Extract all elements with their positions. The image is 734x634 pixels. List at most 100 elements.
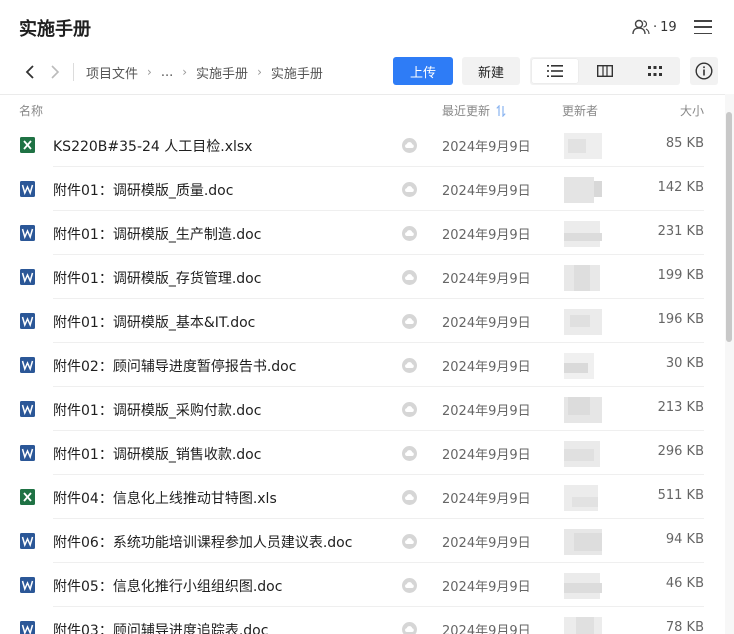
- cloud-sync-icon: [402, 138, 417, 153]
- excel-file-icon: [20, 137, 35, 153]
- file-row[interactable]: 附件01：调研模版_采购付款.doc 2024年9月9日 213 KB: [0, 387, 725, 431]
- breadcrumb-item[interactable]: 实施手册: [196, 63, 248, 82]
- breadcrumb-chevron-icon: ›: [182, 65, 188, 79]
- column-name-header[interactable]: 名称: [19, 102, 43, 119]
- word-file-icon: [20, 313, 35, 329]
- column-view-button[interactable]: [582, 59, 628, 83]
- file-row[interactable]: 附件01：调研模版_基本&IT.doc 2024年9月9日 196 KB: [0, 299, 725, 343]
- updater-avatar-redacted: [564, 529, 602, 555]
- file-name[interactable]: 附件01：调研模版_销售收款.doc: [53, 444, 261, 464]
- file-name[interactable]: 附件02：顾问辅导进度暂停报告书.doc: [53, 356, 296, 376]
- file-size: 46 KB: [665, 576, 704, 591]
- toolbar: 项目文件 › ... › 实施手册 › 实施手册 上传 新建: [0, 54, 734, 90]
- updater-avatar-redacted: [564, 353, 602, 379]
- file-size: 85 KB: [665, 136, 704, 151]
- updater-avatar-redacted: [564, 397, 602, 423]
- file-modified-date: 2024年9月9日: [442, 140, 531, 155]
- info-button[interactable]: [690, 57, 718, 85]
- file-modified-date: 2024年9月9日: [442, 580, 531, 595]
- file-row[interactable]: 附件01：调研模版_存货管理.doc 2024年9月9日 199 KB: [0, 255, 725, 299]
- cloud-sync-icon: [402, 358, 417, 373]
- breadcrumb-item[interactable]: 项目文件: [86, 63, 138, 82]
- cloud-sync-icon: [402, 402, 417, 417]
- column-modified-header[interactable]: 最近更新: [442, 102, 506, 119]
- file-modified-date: 2024年9月9日: [442, 448, 531, 463]
- column-size-header[interactable]: 大小: [680, 102, 704, 119]
- column-modified-label: 最近更新: [442, 104, 491, 118]
- list-view-icon: [547, 65, 563, 77]
- updater-avatar-redacted: [564, 265, 602, 291]
- word-file-icon: [20, 445, 35, 461]
- file-size: 30 KB: [665, 356, 704, 371]
- list-view-button[interactable]: [532, 59, 578, 83]
- app-header: 实施手册 · 19: [0, 0, 734, 54]
- breadcrumb-item-current: 实施手册: [270, 66, 323, 82]
- file-size: 296 KB: [657, 444, 704, 459]
- file-name[interactable]: 附件03：顾问辅导进度追踪表.doc: [53, 620, 268, 634]
- new-button[interactable]: 新建: [462, 57, 520, 85]
- cloud-sync-icon: [402, 622, 417, 634]
- toolbar-divider: [73, 63, 74, 81]
- updater-avatar-redacted: [564, 485, 602, 511]
- file-name[interactable]: 附件06：系统功能培训课程参加人员建议表.doc: [53, 532, 352, 552]
- chevron-right-icon: [51, 65, 60, 79]
- cloud-sync-icon: [402, 314, 417, 329]
- file-row[interactable]: 附件05：信息化推行小组组织图.doc 2024年9月9日 46 KB: [0, 563, 725, 607]
- forward-button[interactable]: [45, 62, 65, 82]
- file-name[interactable]: KS220B#35-24 人工目检.xlsx: [53, 136, 252, 156]
- sort-icon: [496, 104, 506, 117]
- members-icon: [632, 19, 650, 35]
- word-file-icon: [20, 621, 35, 634]
- updater-avatar-redacted: [564, 573, 602, 599]
- file-modified-date: 2024年9月9日: [442, 404, 531, 419]
- file-row[interactable]: 附件01：调研模版_销售收款.doc 2024年9月9日 296 KB: [0, 431, 725, 475]
- file-size: 231 KB: [657, 224, 704, 239]
- file-name[interactable]: 附件01：调研模版_采购付款.doc: [53, 400, 261, 420]
- scrollbar[interactable]: [725, 94, 734, 634]
- menu-icon[interactable]: [694, 18, 712, 36]
- members-button[interactable]: · 19: [632, 16, 677, 38]
- file-modified-date: 2024年9月9日: [442, 228, 531, 243]
- column-updater-header[interactable]: 更新者: [562, 102, 598, 119]
- breadcrumb-item[interactable]: ...: [161, 65, 173, 80]
- file-modified-date: 2024年9月9日: [442, 492, 531, 507]
- grid-view-icon: [648, 66, 662, 76]
- cloud-sync-icon: [402, 578, 417, 593]
- file-name[interactable]: 附件05：信息化推行小组组织图.doc: [53, 576, 282, 596]
- file-modified-date: 2024年9月9日: [442, 184, 531, 199]
- word-file-icon: [20, 269, 35, 285]
- cloud-sync-icon: [402, 534, 417, 549]
- updater-avatar-redacted: [564, 221, 602, 247]
- updater-avatar-redacted: [564, 133, 602, 159]
- scrollbar-thumb[interactable]: [726, 112, 732, 342]
- file-name[interactable]: 附件01：调研模版_生产制造.doc: [53, 224, 261, 244]
- file-name[interactable]: 附件01：调研模版_基本&IT.doc: [53, 312, 255, 332]
- upload-button[interactable]: 上传: [393, 57, 453, 85]
- file-name[interactable]: 附件01：调研模版_质量.doc: [53, 180, 233, 200]
- file-modified-date: 2024年9月9日: [442, 624, 531, 634]
- members-dot: ·: [653, 19, 658, 35]
- file-name[interactable]: 附件01：调研模版_存货管理.doc: [53, 268, 261, 288]
- file-row[interactable]: 附件06：系统功能培训课程参加人员建议表.doc 2024年9月9日 94 KB: [0, 519, 725, 563]
- back-button[interactable]: [20, 62, 40, 82]
- updater-avatar-redacted: [564, 309, 602, 335]
- column-view-icon: [597, 65, 613, 77]
- file-row[interactable]: 附件01：调研模版_质量.doc 2024年9月9日 142 KB: [0, 167, 725, 211]
- file-row[interactable]: 附件03：顾问辅导进度追踪表.doc 2024年9月9日 78 KB: [0, 607, 725, 634]
- file-row[interactable]: KS220B#35-24 人工目检.xlsx 2024年9月9日 85 KB: [0, 123, 725, 167]
- info-icon: [695, 62, 713, 80]
- grid-view-button[interactable]: [632, 59, 678, 83]
- column-header: 名称 最近更新 更新者 大小: [0, 95, 725, 123]
- breadcrumb: 项目文件 › ... › 实施手册 › 实施手册: [86, 62, 323, 82]
- file-row[interactable]: 附件04：信息化上线推动甘特图.xls 2024年9月9日 511 KB: [0, 475, 725, 519]
- cloud-sync-icon: [402, 446, 417, 461]
- file-name[interactable]: 附件04：信息化上线推动甘特图.xls: [53, 488, 277, 508]
- chevron-left-icon: [25, 65, 34, 79]
- file-size: 511 KB: [657, 488, 704, 503]
- file-size: 142 KB: [657, 180, 704, 195]
- file-row[interactable]: 附件02：顾问辅导进度暂停报告书.doc 2024年9月9日 30 KB: [0, 343, 725, 387]
- cloud-sync-icon: [402, 270, 417, 285]
- file-row[interactable]: 附件01：调研模版_生产制造.doc 2024年9月9日 231 KB: [0, 211, 725, 255]
- file-modified-date: 2024年9月9日: [442, 360, 531, 375]
- breadcrumb-chevron-icon: ›: [147, 65, 152, 79]
